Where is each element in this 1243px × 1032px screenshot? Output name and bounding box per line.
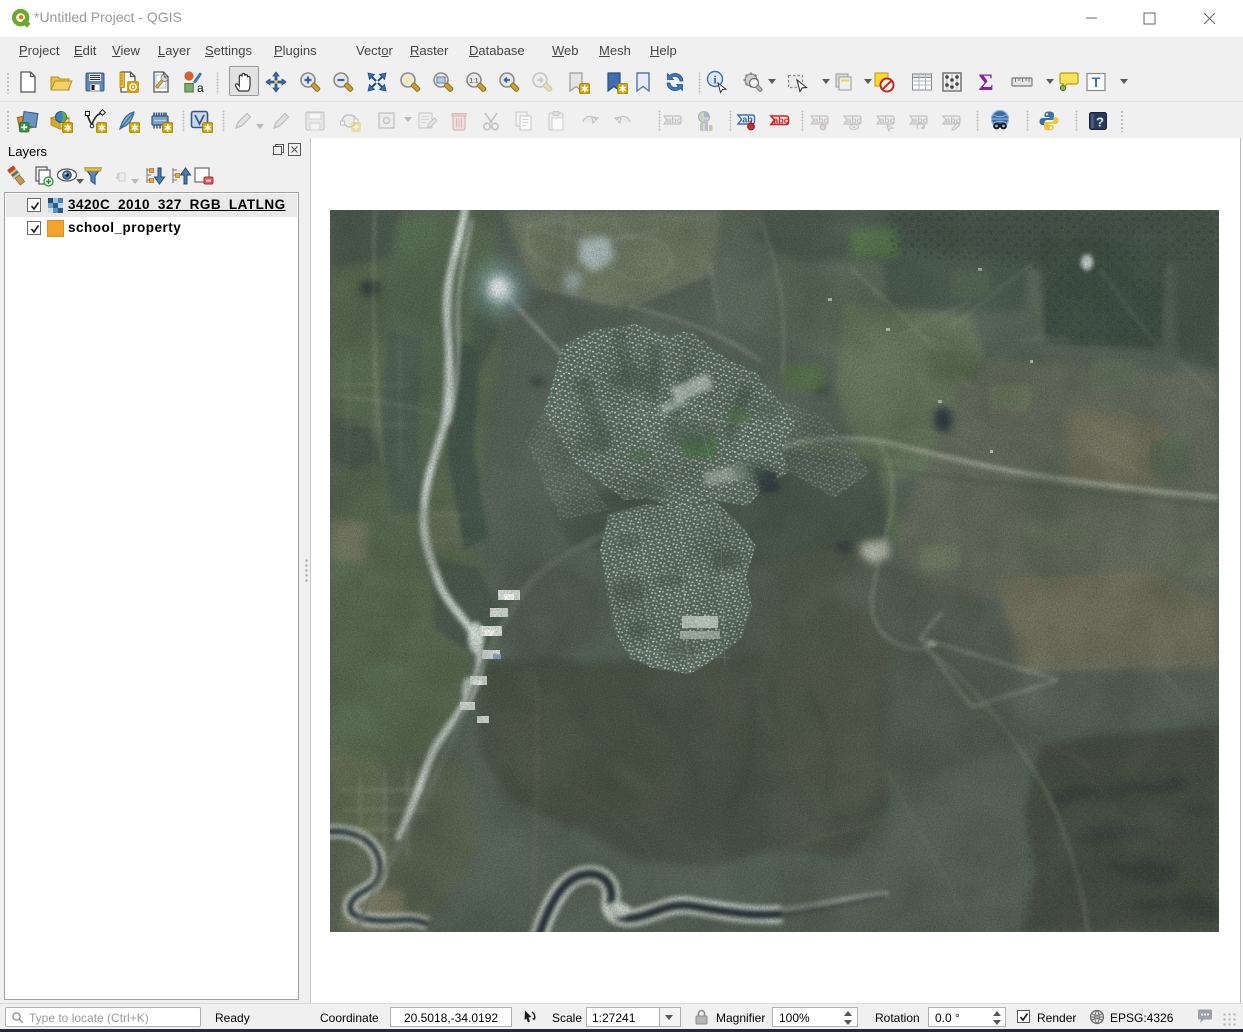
svg-text:abc: abc bbox=[880, 115, 895, 125]
svg-text:Σ: Σ bbox=[978, 70, 993, 94]
svg-text:a: a bbox=[197, 81, 204, 94]
svg-text:abc: abc bbox=[913, 115, 928, 125]
svg-text:abc: abc bbox=[847, 115, 862, 125]
svg-text:T: T bbox=[1092, 74, 1101, 90]
svg-text:?: ? bbox=[1096, 115, 1104, 130]
svg-text:abc: abc bbox=[667, 115, 682, 125]
svg-text:abc: abc bbox=[814, 115, 829, 125]
svg-text:abc: abc bbox=[773, 116, 789, 126]
svg-text:1:1: 1:1 bbox=[469, 78, 478, 85]
